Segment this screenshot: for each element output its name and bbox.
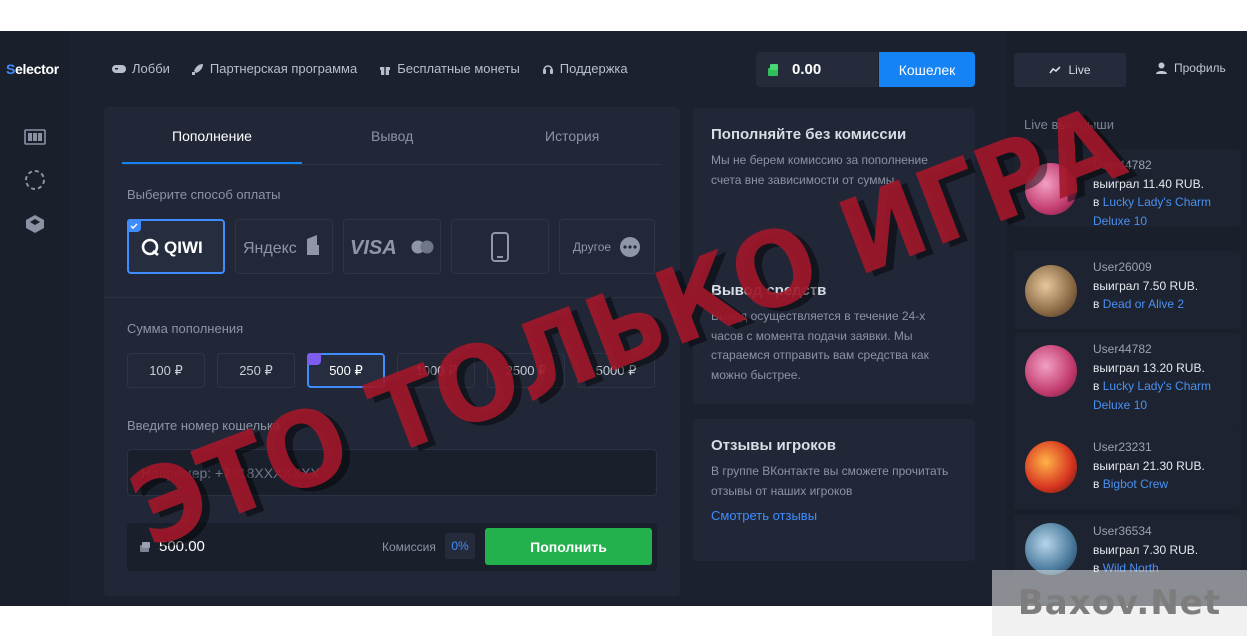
headset-icon — [542, 64, 553, 74]
game-link[interactable]: Bigbot Crew — [1103, 477, 1168, 491]
game-link[interactable]: Dead or Alive 2 — [1103, 297, 1184, 311]
live-win-item[interactable]: User23231 выиграл 21.30 RUB. в Bigbot Crew — [1014, 431, 1241, 509]
wallet-button[interactable]: Кошелек — [879, 52, 975, 87]
payment-method-other[interactable]: Другое — [559, 219, 655, 274]
amount-option[interactable]: 100 ₽ — [127, 353, 205, 388]
selected-check-icon — [307, 353, 321, 365]
app-window: Selector Лобби Партнерская программа Бес… — [0, 31, 1247, 606]
game-thumbnail — [1025, 163, 1077, 215]
payment-method-label: Выберите способ оплаты — [127, 187, 281, 202]
game-thumbnail — [1025, 441, 1077, 493]
wallet-number-label: Введите номер кошелька — [127, 418, 281, 433]
card-text: Мы не берем комиссию за пополнение счета… — [711, 153, 928, 187]
amount-label: Сумма пополнения — [127, 321, 244, 336]
game-thumbnail — [1025, 523, 1077, 575]
amount-option[interactable]: 250 ₽ — [217, 353, 295, 388]
card-text: В группе ВКонтакте вы сможете прочитать … — [711, 464, 949, 498]
top-nav: Лобби Партнерская программа Бесплатные м… — [112, 61, 628, 76]
live-win-item[interactable]: User44782 выиграл 13.20 RUB. в Lucky Lady'… — [1014, 333, 1241, 433]
watermark: Baxov.Net — [992, 570, 1247, 636]
sum-value: 500.00 — [139, 538, 205, 555]
nav-support[interactable]: Поддержка — [542, 61, 628, 76]
svg-text:VISA: VISA — [350, 237, 397, 259]
payment-method-yandex[interactable]: Яндекс — [235, 219, 333, 274]
live-win-item[interactable]: User26009 выиграл 7.50 RUB. в Dead or Aliv… — [1014, 251, 1241, 329]
deposit-panel: Пополнение Вывод История Выберите способ… — [104, 107, 680, 596]
fee-value: 0% — [445, 533, 475, 559]
slots-icon[interactable] — [23, 125, 47, 149]
nav-partner[interactable]: Партнерская программа — [191, 61, 357, 76]
amount-option[interactable]: 1000 ₽ — [397, 353, 475, 388]
live-wins-sidebar: Live Профиль Live выигрыши User44782 выиг… — [1006, 31, 1247, 606]
gift-icon — [380, 66, 391, 75]
nav-lobby[interactable]: Лобби — [112, 61, 170, 76]
roulette-icon[interactable] — [23, 168, 47, 192]
coins-icon — [768, 63, 778, 76]
tab-history[interactable]: История — [545, 128, 599, 144]
payment-method-visa[interactable]: VISA — [343, 219, 441, 274]
amount-option-selected[interactable]: 500 ₽ — [307, 353, 385, 388]
fee-label: Комиссия — [382, 540, 436, 554]
active-tab-indicator — [122, 162, 302, 164]
info-card-fees: Пополняйте без комиссии Мы не берем коми… — [693, 108, 975, 404]
live-win-item[interactable]: User44782 выиграл 11.40 RUB. в Lucky Lady'… — [1014, 149, 1241, 228]
rocket-icon — [191, 63, 203, 75]
trend-icon — [1049, 66, 1062, 74]
live-button[interactable]: Live — [1014, 53, 1126, 87]
game-link[interactable]: Lucky Lady's Charm Deluxe 10 — [1093, 379, 1211, 412]
phone-icon — [491, 231, 509, 262]
user-icon — [1156, 62, 1167, 74]
tab-deposit[interactable]: Пополнение — [172, 128, 252, 144]
coins-icon — [140, 541, 150, 552]
gamepad-icon — [112, 64, 126, 73]
deposit-summary-row: 500.00 Комиссия 0% Пополнить — [127, 523, 657, 571]
more-dots-icon — [620, 236, 641, 257]
game-link[interactable]: Lucky Lady's Charm Deluxe 10 — [1093, 195, 1211, 228]
cube-icon[interactable] — [23, 212, 47, 236]
live-wins-title: Live выигрыши — [1024, 117, 1114, 132]
reviews-link[interactable]: Смотреть отзывы — [711, 508, 957, 523]
amount-option[interactable]: 2500 ₽ — [487, 353, 565, 388]
nav-free-coins[interactable]: Бесплатные монеты — [379, 61, 520, 76]
amount-option[interactable]: 5000 ₽ — [577, 353, 655, 388]
tab-withdraw[interactable]: Вывод — [371, 128, 413, 144]
topup-button[interactable]: Пополнить — [485, 528, 652, 565]
qiwi-logo-text: QIWI — [164, 238, 203, 257]
wallet-number-input[interactable]: Например: +7918XXXXXXX — [127, 449, 657, 496]
balance-value: 0.00 — [792, 61, 822, 78]
payment-method-mobile[interactable] — [451, 219, 549, 274]
selected-check-icon — [127, 219, 141, 232]
logo[interactable]: Selector — [6, 61, 59, 77]
card-title: Отзывы игроков — [711, 437, 836, 454]
card-text: Вывод осуществляется в течение 24-х часо… — [711, 309, 929, 382]
game-thumbnail — [1025, 345, 1077, 397]
tab-bar: Пополнение Вывод История — [122, 107, 662, 165]
info-card-reviews: Отзывы игроков В группе ВКонтакте вы смо… — [693, 419, 975, 561]
section-divider — [104, 297, 680, 298]
left-rail: Selector — [0, 31, 70, 606]
card-title: Вывод средств — [711, 282, 827, 299]
balance-display: 0.00 — [756, 52, 878, 87]
svg-text:Яндекс: Яндекс — [243, 240, 297, 257]
game-thumbnail — [1025, 265, 1077, 317]
profile-button[interactable]: Профиль — [1156, 61, 1226, 75]
payment-method-qiwi[interactable]: QIWI — [127, 219, 225, 274]
card-title: Пополняйте без комиссии — [711, 126, 907, 143]
